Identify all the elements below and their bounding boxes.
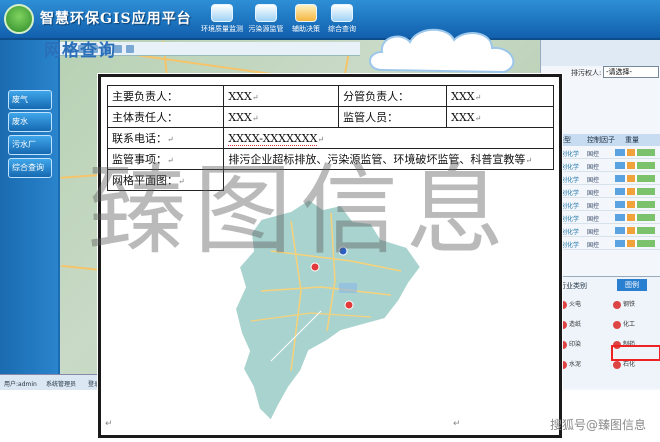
map-label: 网格平面图：↵ — [106, 169, 225, 191]
nav-label: 污染源监管 — [248, 25, 284, 33]
status-user: 用户:admin — [4, 381, 37, 388]
row-bar — [615, 240, 655, 247]
row-bar — [615, 162, 655, 169]
list-item[interactable]: 科创化学 国控 — [555, 187, 660, 198]
tab-industry[interactable]: 行业类别 — [559, 281, 587, 291]
nav-label: 辅助决策 — [292, 25, 320, 33]
duty-label: 监管事项：↵ — [106, 148, 225, 170]
col-factor: 控制因子 — [587, 136, 615, 144]
legend-dot-icon — [613, 360, 621, 369]
print-icon[interactable] — [126, 45, 134, 53]
row-factor: 国控 — [587, 190, 600, 197]
list-item[interactable]: 科创化学 国控 — [555, 200, 660, 211]
app-logo — [4, 4, 34, 34]
row-bar — [615, 175, 655, 182]
table-row: 主体责任人： XXX↵ 监管人员： XXX↵ — [106, 106, 554, 128]
district-grid-map — [233, 197, 423, 423]
list-item[interactable]: 科创化学 国控 — [555, 174, 660, 185]
owner-select[interactable]: -请选择- — [603, 66, 659, 78]
row-factor: 国控 — [587, 203, 600, 210]
duty-value: 排污企业超标排放、污染源监管、环境破坏监管、科普宣教等↵ — [223, 148, 554, 170]
factory-icon — [255, 4, 277, 22]
corner-mark: ↵ — [453, 419, 461, 429]
list-item[interactable]: 科创化学 国控 — [555, 161, 660, 172]
app-header: 智慧环保GIS应用平台 环境质量监测 污染源监管 辅助决策 综合查询 — [0, 0, 660, 40]
source-credit: 搜狐号@臻图信息 — [549, 418, 646, 432]
grid-info-document: 主要负责人： XXX↵ 分管负责人： XXX↵ 主体责任人： XXX↵ 监管人员… — [98, 74, 562, 438]
legend-dot-icon — [613, 300, 621, 309]
phone-value: XXXX-XXXXXXX↵ — [223, 127, 554, 149]
row-factor: 国控 — [587, 216, 600, 223]
legend-item[interactable]: 印染 — [559, 339, 581, 349]
legend-dot-icon — [613, 320, 621, 329]
status-role: 系统管理员 — [46, 381, 77, 388]
nav-pollution-source[interactable]: 污染源监管 — [244, 4, 288, 36]
tab-legend[interactable]: 图例 — [617, 279, 647, 291]
list-item[interactable]: 科创化学 国控 — [555, 213, 660, 224]
nav-label: 综合查询 — [328, 25, 356, 33]
legend-item[interactable]: 水泥 — [559, 359, 581, 369]
search-icon — [331, 4, 353, 22]
row-factor: 国控 — [587, 229, 600, 236]
table-header: 类型 控制因子 重量 — [555, 134, 660, 146]
pollution-source-marker — [338, 246, 348, 256]
nav-label: 环境质量监测 — [201, 25, 243, 33]
waste-gas-button[interactable]: 废气 — [8, 90, 52, 110]
primary-manager-value: XXX↵ — [223, 85, 340, 107]
pollution-source-marker — [344, 300, 354, 310]
primary-manager-label: 主要负责人： — [106, 85, 225, 107]
chart-icon — [295, 4, 317, 22]
left-sidebar: 废气 废水 污水厂 综合查询 — [0, 40, 58, 380]
owner-label: 排污权人: — [571, 69, 602, 77]
query-button[interactable]: 综合查询 — [8, 158, 52, 178]
row-factor: 国控 — [587, 164, 600, 171]
deputy-manager-label: 分管负责人： — [338, 85, 448, 107]
row-factor: 国控 — [587, 177, 600, 184]
nav-comprehensive-query[interactable]: 综合查询 — [320, 4, 364, 36]
legend-panel: 行业类别 图例 火电 钢铁 造纸 化工 印染 制药 水泥 石化 — [545, 276, 660, 388]
row-bar — [615, 188, 655, 195]
pollution-source-marker — [310, 262, 320, 272]
supervisor-value: XXX↵ — [446, 106, 554, 128]
grid-query-title: 网格查询 — [44, 41, 116, 61]
phone-label: 联系电话：↵ — [106, 127, 225, 149]
monitor-icon — [211, 4, 233, 22]
sewage-plant-button[interactable]: 污水厂 — [8, 135, 52, 155]
row-factor: 国控 — [587, 151, 600, 158]
highlight-box — [611, 345, 660, 361]
row-bar — [615, 149, 655, 156]
col-weight: 重量 — [625, 136, 639, 144]
grid-info-table: 主要负责人： XXX↵ 分管负责人： XXX↵ 主体责任人： XXX↵ 监管人员… — [106, 85, 554, 191]
list-item[interactable]: 科创化学 国控 — [555, 226, 660, 237]
table-row: 联系电话：↵ XXXX-XXXXXXX↵ — [106, 127, 554, 149]
deputy-manager-value: XXX↵ — [446, 85, 554, 107]
responsible-person-value: XXX↵ — [223, 106, 340, 128]
panel-header — [541, 40, 660, 66]
app-title: 智慧环保GIS应用平台 — [40, 11, 192, 27]
row-bar — [615, 214, 655, 221]
legend-item[interactable]: 火电 — [559, 299, 581, 309]
list-item[interactable]: 科创化学 国控 — [555, 239, 660, 250]
waste-water-button[interactable]: 废水 — [8, 112, 52, 132]
corner-mark: ↵ — [105, 419, 113, 429]
nav-environment-monitoring[interactable]: 环境质量监测 — [200, 4, 244, 36]
responsible-person-label: 主体责任人： — [106, 106, 225, 128]
legend-item[interactable]: 造纸 — [559, 319, 581, 329]
list-item[interactable]: 科创化学 国控 — [555, 148, 660, 159]
legend-item[interactable]: 化工 — [613, 319, 635, 329]
district-boundary — [233, 197, 423, 423]
cloud-banner — [369, 28, 515, 74]
supervisor-label: 监管人员： — [338, 106, 448, 128]
table-row: 网格平面图：↵ — [106, 169, 554, 191]
row-bar — [615, 227, 655, 234]
legend-item[interactable]: 钢铁 — [613, 299, 635, 309]
table-row: 监管事项：↵ 排污企业超标排放、污染源监管、环境破坏监管、科普宣教等↵ — [106, 148, 554, 170]
row-bar — [615, 201, 655, 208]
table-row: 主要负责人： XXX↵ 分管负责人： XXX↵ — [106, 85, 554, 107]
row-factor: 国控 — [587, 242, 600, 249]
